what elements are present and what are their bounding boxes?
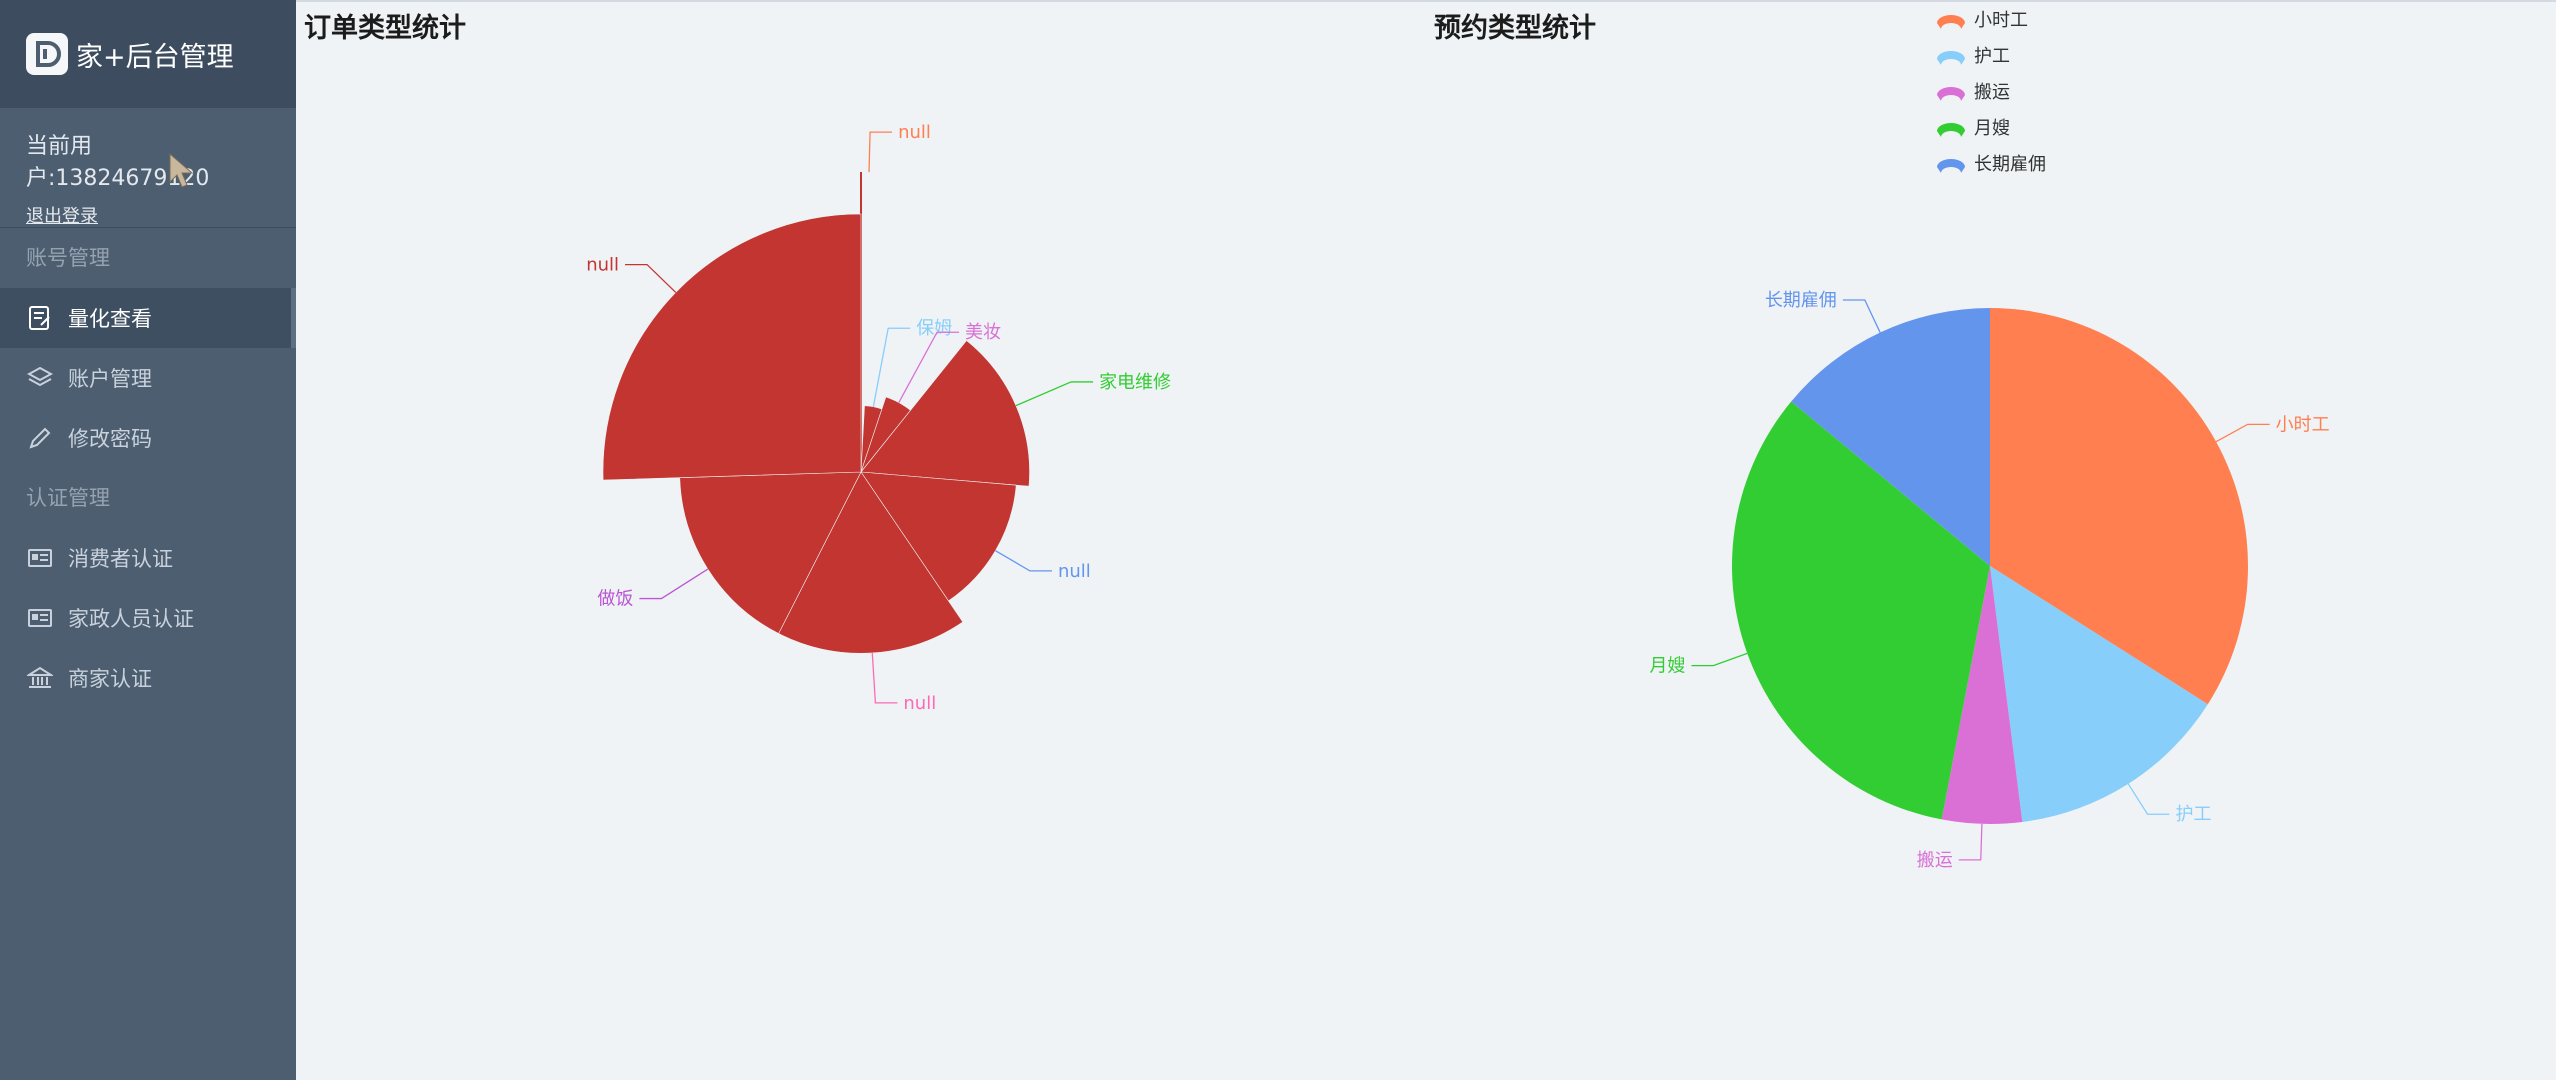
sidebar-item-label: 商家认证 [68, 667, 152, 691]
sidebar-item-consumer-cert[interactable]: 消费者认证 [0, 528, 296, 588]
sidebar-item-worker-cert[interactable]: 家政人员认证 [0, 588, 296, 648]
layers-icon [26, 364, 54, 392]
pen-icon [26, 424, 54, 452]
app-title: 家+后台管理 [76, 41, 234, 73]
nav-group-account: 账号管理 [26, 246, 110, 270]
bank-icon [26, 664, 54, 692]
sidebar-item-label: 量化查看 [68, 307, 152, 331]
sidebar: 家+后台管理 当前用户:13824679120 退出登录 账号管理 量化查看 账… [0, 0, 296, 1080]
mouse-cursor-icon [168, 152, 194, 194]
id-card-icon [26, 604, 54, 632]
user-panel: 当前用户:13824679120 退出登录 [0, 108, 296, 228]
app-logo-icon [26, 33, 68, 75]
logout-link[interactable]: 退出登录 [26, 202, 98, 228]
sidebar-item-label: 账户管理 [68, 367, 152, 391]
sidebar-item-label: 家政人员认证 [68, 607, 194, 631]
sidebar-item-accounts[interactable]: 账户管理 [0, 348, 296, 408]
sidebar-item-quantify[interactable]: 量化查看 [0, 288, 296, 348]
sidebar-item-merchant-cert[interactable]: 商家认证 [0, 648, 296, 708]
id-card-icon [26, 544, 54, 572]
sidebar-item-label: 消费者认证 [68, 547, 173, 571]
sidebar-item-change-password[interactable]: 修改密码 [0, 408, 296, 468]
current-user-label: 当前用户:13824679120 [26, 134, 210, 191]
sidebar-item-label: 修改密码 [68, 427, 152, 451]
nav-group-certification: 认证管理 [26, 486, 110, 510]
brand-header: 家+后台管理 [0, 0, 296, 108]
booking-stats-title: 预约类型统计 [1434, 13, 1596, 44]
main-content: 订单类型统计 预约类型统计 [296, 0, 2556, 1080]
report-icon [26, 304, 54, 332]
order-stats-title: 订单类型统计 [304, 13, 466, 44]
